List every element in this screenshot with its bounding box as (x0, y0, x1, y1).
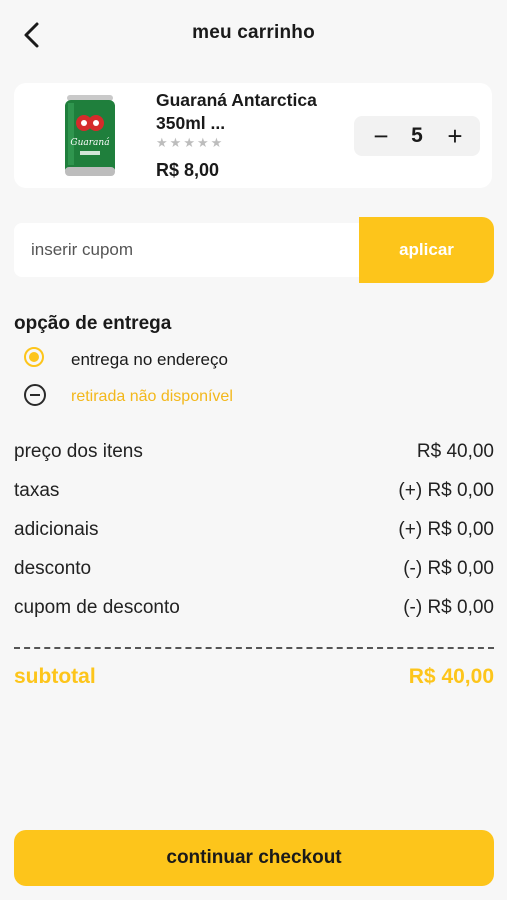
summary-value: (-) R$ 0,00 (403, 597, 494, 618)
summary-label: preço dos itens (14, 441, 143, 462)
delivery-option-label: entrega no endereço (71, 350, 228, 369)
product-price: R$ 8,00 (156, 160, 220, 180)
summary-value: (+) R$ 0,00 (398, 519, 494, 540)
apply-coupon-button[interactable]: aplicar (359, 217, 494, 283)
product-image: Guaraná (62, 93, 118, 179)
summary-value: (+) R$ 0,00 (398, 480, 494, 501)
summary-row: cupom de desconto (-) R$ 0,00 (14, 593, 494, 632)
summary-row: adicionais (+) R$ 0,00 (14, 515, 494, 554)
quantity-stepper: − 5 + (354, 116, 480, 156)
unavailable-icon (24, 384, 46, 406)
header: meu carrinho (0, 0, 507, 70)
summary-label: desconto (14, 558, 92, 579)
radio-selected-icon[interactable] (24, 347, 44, 367)
summary-row: preço dos itens R$ 40,00 (14, 437, 494, 476)
order-summary: preço dos itens R$ 40,00 taxas (+) R$ 0,… (14, 437, 494, 632)
summary-label: taxas (14, 480, 60, 501)
star-icon: ★ (156, 135, 168, 150)
star-icon: ★ (196, 135, 209, 150)
coupon-input[interactable] (14, 223, 359, 277)
star-icon: ★ (183, 135, 195, 150)
star-icon: ★ (169, 135, 182, 150)
summary-value: (-) R$ 0,00 (403, 558, 494, 579)
summary-value: R$ 40,00 (416, 441, 494, 462)
rating-stars: ★ ★ ★ ★ ★ (156, 136, 222, 150)
delivery-option-title: opção de entrega (14, 313, 172, 334)
summary-row: taxas (+) R$ 0,00 (14, 476, 494, 515)
coupon-row: aplicar (14, 217, 494, 283)
delivery-option-label: retirada não disponível (71, 388, 233, 405)
page-title: meu carrinho (192, 22, 315, 43)
dashed-divider (14, 647, 494, 649)
product-name: Guaraná Antarctica 350ml ... (156, 90, 317, 133)
summary-label: cupom de desconto (14, 597, 180, 618)
product-image-brand: Guaraná (70, 137, 109, 148)
subtotal-value: R$ 40,00 (408, 665, 494, 688)
decrease-quantity-button[interactable]: − (368, 122, 394, 150)
continue-checkout-button[interactable]: continuar checkout (14, 830, 494, 886)
summary-label: adicionais (14, 519, 99, 540)
increase-quantity-button[interactable]: + (442, 122, 468, 150)
star-icon: ★ (210, 135, 223, 150)
summary-row: desconto (-) R$ 0,00 (14, 554, 494, 593)
quantity-value: 5 (411, 124, 423, 147)
subtotal-label: subtotal (14, 665, 96, 688)
cart-item-card: Guaraná Guaraná Antarctica 350ml ... ★ ★… (14, 83, 492, 188)
